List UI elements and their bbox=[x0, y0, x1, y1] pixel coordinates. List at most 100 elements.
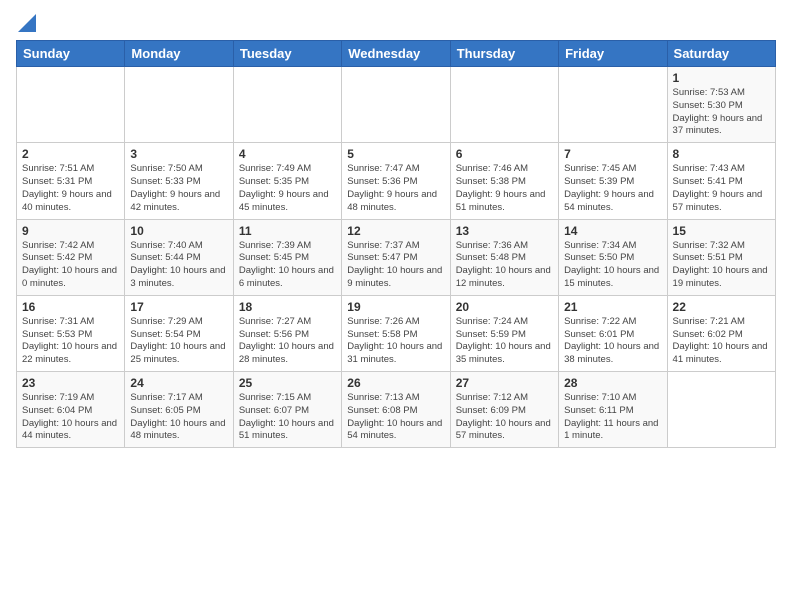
day-info: Sunrise: 7:22 AM Sunset: 6:01 PM Dayligh… bbox=[564, 316, 661, 367]
calendar-cell: 16 Sunrise: 7:31 AM Sunset: 5:53 PM Dayli… bbox=[17, 295, 125, 371]
weekday-header-wednesday: Wednesday bbox=[342, 41, 450, 67]
calendar-cell bbox=[125, 67, 233, 143]
day-info: Sunrise: 7:12 AM Sunset: 6:09 PM Dayligh… bbox=[456, 392, 553, 443]
day-number: 22 bbox=[673, 300, 770, 314]
day-info: Sunrise: 7:49 AM Sunset: 5:35 PM Dayligh… bbox=[239, 163, 336, 214]
calendar-cell: 2 Sunrise: 7:51 AM Sunset: 5:31 PM Daylig… bbox=[17, 143, 125, 219]
day-number: 15 bbox=[673, 224, 770, 238]
calendar-cell: 25 Sunrise: 7:15 AM Sunset: 6:07 PM Dayli… bbox=[233, 372, 341, 448]
weekday-header-saturday: Saturday bbox=[667, 41, 775, 67]
day-number: 7 bbox=[564, 147, 661, 161]
day-info: Sunrise: 7:37 AM Sunset: 5:47 PM Dayligh… bbox=[347, 240, 444, 291]
calendar-table: SundayMondayTuesdayWednesdayThursdayFrid… bbox=[16, 40, 776, 448]
day-info: Sunrise: 7:39 AM Sunset: 5:45 PM Dayligh… bbox=[239, 240, 336, 291]
day-info: Sunrise: 7:43 AM Sunset: 5:41 PM Dayligh… bbox=[673, 163, 770, 214]
calendar-cell: 9Sunrise: 7:42 AM Sunset: 5:42 PM Daylig… bbox=[17, 219, 125, 295]
day-info: Sunrise: 7:17 AM Sunset: 6:05 PM Dayligh… bbox=[130, 392, 227, 443]
day-number: 13 bbox=[456, 224, 553, 238]
day-info: Sunrise: 7:53 AM Sunset: 5:30 PM Dayligh… bbox=[673, 87, 770, 138]
calendar-cell: 8 Sunrise: 7:43 AM Sunset: 5:41 PM Daylig… bbox=[667, 143, 775, 219]
weekday-header-thursday: Thursday bbox=[450, 41, 558, 67]
day-number: 2 bbox=[22, 147, 119, 161]
day-number: 19 bbox=[347, 300, 444, 314]
day-number: 20 bbox=[456, 300, 553, 314]
calendar-cell bbox=[17, 67, 125, 143]
day-info: Sunrise: 7:21 AM Sunset: 6:02 PM Dayligh… bbox=[673, 316, 770, 367]
day-number: 27 bbox=[456, 376, 553, 390]
calendar-cell: 21 Sunrise: 7:22 AM Sunset: 6:01 PM Dayli… bbox=[559, 295, 667, 371]
calendar-week-5: 23 Sunrise: 7:19 AM Sunset: 6:04 PM Dayli… bbox=[17, 372, 776, 448]
day-number: 5 bbox=[347, 147, 444, 161]
day-info: Sunrise: 7:51 AM Sunset: 5:31 PM Dayligh… bbox=[22, 163, 119, 214]
calendar-cell: 20 Sunrise: 7:24 AM Sunset: 5:59 PM Dayli… bbox=[450, 295, 558, 371]
calendar-cell: 5 Sunrise: 7:47 AM Sunset: 5:36 PM Daylig… bbox=[342, 143, 450, 219]
calendar-week-1: 1 Sunrise: 7:53 AM Sunset: 5:30 PM Daylig… bbox=[17, 67, 776, 143]
day-number: 25 bbox=[239, 376, 336, 390]
day-info: Sunrise: 7:24 AM Sunset: 5:59 PM Dayligh… bbox=[456, 316, 553, 367]
day-number: 24 bbox=[130, 376, 227, 390]
weekday-header-tuesday: Tuesday bbox=[233, 41, 341, 67]
calendar-header-row: SundayMondayTuesdayWednesdayThursdayFrid… bbox=[17, 41, 776, 67]
calendar-cell: 6 Sunrise: 7:46 AM Sunset: 5:38 PM Daylig… bbox=[450, 143, 558, 219]
day-number: 11 bbox=[239, 224, 336, 238]
calendar-cell: 22 Sunrise: 7:21 AM Sunset: 6:02 PM Dayli… bbox=[667, 295, 775, 371]
calendar-cell: 19 Sunrise: 7:26 AM Sunset: 5:58 PM Dayli… bbox=[342, 295, 450, 371]
day-number: 21 bbox=[564, 300, 661, 314]
day-number: 17 bbox=[130, 300, 227, 314]
calendar-week-2: 2 Sunrise: 7:51 AM Sunset: 5:31 PM Daylig… bbox=[17, 143, 776, 219]
day-info: Sunrise: 7:19 AM Sunset: 6:04 PM Dayligh… bbox=[22, 392, 119, 443]
weekday-header-friday: Friday bbox=[559, 41, 667, 67]
day-number: 8 bbox=[673, 147, 770, 161]
calendar-cell bbox=[450, 67, 558, 143]
logo bbox=[16, 16, 36, 32]
weekday-header-monday: Monday bbox=[125, 41, 233, 67]
day-info: Sunrise: 7:15 AM Sunset: 6:07 PM Dayligh… bbox=[239, 392, 336, 443]
day-info: Sunrise: 7:29 AM Sunset: 5:54 PM Dayligh… bbox=[130, 316, 227, 367]
calendar-cell: 27 Sunrise: 7:12 AM Sunset: 6:09 PM Dayli… bbox=[450, 372, 558, 448]
day-info: Sunrise: 7:10 AM Sunset: 6:11 PM Dayligh… bbox=[564, 392, 661, 443]
weekday-header-sunday: Sunday bbox=[17, 41, 125, 67]
calendar-cell: 10 Sunrise: 7:40 AM Sunset: 5:44 PM Dayli… bbox=[125, 219, 233, 295]
day-info: Sunrise: 7:34 AM Sunset: 5:50 PM Dayligh… bbox=[564, 240, 661, 291]
day-info: Sunrise: 7:47 AM Sunset: 5:36 PM Dayligh… bbox=[347, 163, 444, 214]
calendar-cell: 12 Sunrise: 7:37 AM Sunset: 5:47 PM Dayli… bbox=[342, 219, 450, 295]
logo-icon bbox=[18, 14, 36, 32]
calendar-cell: 24 Sunrise: 7:17 AM Sunset: 6:05 PM Dayli… bbox=[125, 372, 233, 448]
calendar-week-3: 9Sunrise: 7:42 AM Sunset: 5:42 PM Daylig… bbox=[17, 219, 776, 295]
calendar-week-4: 16 Sunrise: 7:31 AM Sunset: 5:53 PM Dayli… bbox=[17, 295, 776, 371]
day-number: 4 bbox=[239, 147, 336, 161]
calendar-cell: 3Sunrise: 7:50 AM Sunset: 5:33 PM Daylig… bbox=[125, 143, 233, 219]
day-info: Sunrise: 7:31 AM Sunset: 5:53 PM Dayligh… bbox=[22, 316, 119, 367]
day-info: Sunrise: 7:45 AM Sunset: 5:39 PM Dayligh… bbox=[564, 163, 661, 214]
day-info: Sunrise: 7:32 AM Sunset: 5:51 PM Dayligh… bbox=[673, 240, 770, 291]
day-info: Sunrise: 7:27 AM Sunset: 5:56 PM Dayligh… bbox=[239, 316, 336, 367]
day-info: Sunrise: 7:26 AM Sunset: 5:58 PM Dayligh… bbox=[347, 316, 444, 367]
calendar-cell: 28Sunrise: 7:10 AM Sunset: 6:11 PM Dayli… bbox=[559, 372, 667, 448]
calendar-cell bbox=[233, 67, 341, 143]
day-info: Sunrise: 7:13 AM Sunset: 6:08 PM Dayligh… bbox=[347, 392, 444, 443]
calendar-cell: 1 Sunrise: 7:53 AM Sunset: 5:30 PM Daylig… bbox=[667, 67, 775, 143]
day-number: 1 bbox=[673, 71, 770, 85]
day-info: Sunrise: 7:36 AM Sunset: 5:48 PM Dayligh… bbox=[456, 240, 553, 291]
calendar-cell: 23 Sunrise: 7:19 AM Sunset: 6:04 PM Dayli… bbox=[17, 372, 125, 448]
day-info: Sunrise: 7:40 AM Sunset: 5:44 PM Dayligh… bbox=[130, 240, 227, 291]
day-info: Sunrise: 7:46 AM Sunset: 5:38 PM Dayligh… bbox=[456, 163, 553, 214]
day-number: 12 bbox=[347, 224, 444, 238]
calendar-cell bbox=[667, 372, 775, 448]
day-info: Sunrise: 7:50 AM Sunset: 5:33 PM Dayligh… bbox=[130, 163, 227, 214]
day-number: 18 bbox=[239, 300, 336, 314]
day-number: 10 bbox=[130, 224, 227, 238]
calendar-cell: 26 Sunrise: 7:13 AM Sunset: 6:08 PM Dayli… bbox=[342, 372, 450, 448]
day-number: 23 bbox=[22, 376, 119, 390]
calendar-cell bbox=[559, 67, 667, 143]
calendar-cell: 11 Sunrise: 7:39 AM Sunset: 5:45 PM Dayli… bbox=[233, 219, 341, 295]
day-number: 9 bbox=[22, 224, 119, 238]
calendar-cell bbox=[342, 67, 450, 143]
day-number: 16 bbox=[22, 300, 119, 314]
calendar-cell: 7 Sunrise: 7:45 AM Sunset: 5:39 PM Daylig… bbox=[559, 143, 667, 219]
calendar-cell: 4 Sunrise: 7:49 AM Sunset: 5:35 PM Daylig… bbox=[233, 143, 341, 219]
day-number: 26 bbox=[347, 376, 444, 390]
day-number: 6 bbox=[456, 147, 553, 161]
calendar-cell: 18 Sunrise: 7:27 AM Sunset: 5:56 PM Dayli… bbox=[233, 295, 341, 371]
calendar-cell: 13 Sunrise: 7:36 AM Sunset: 5:48 PM Dayli… bbox=[450, 219, 558, 295]
